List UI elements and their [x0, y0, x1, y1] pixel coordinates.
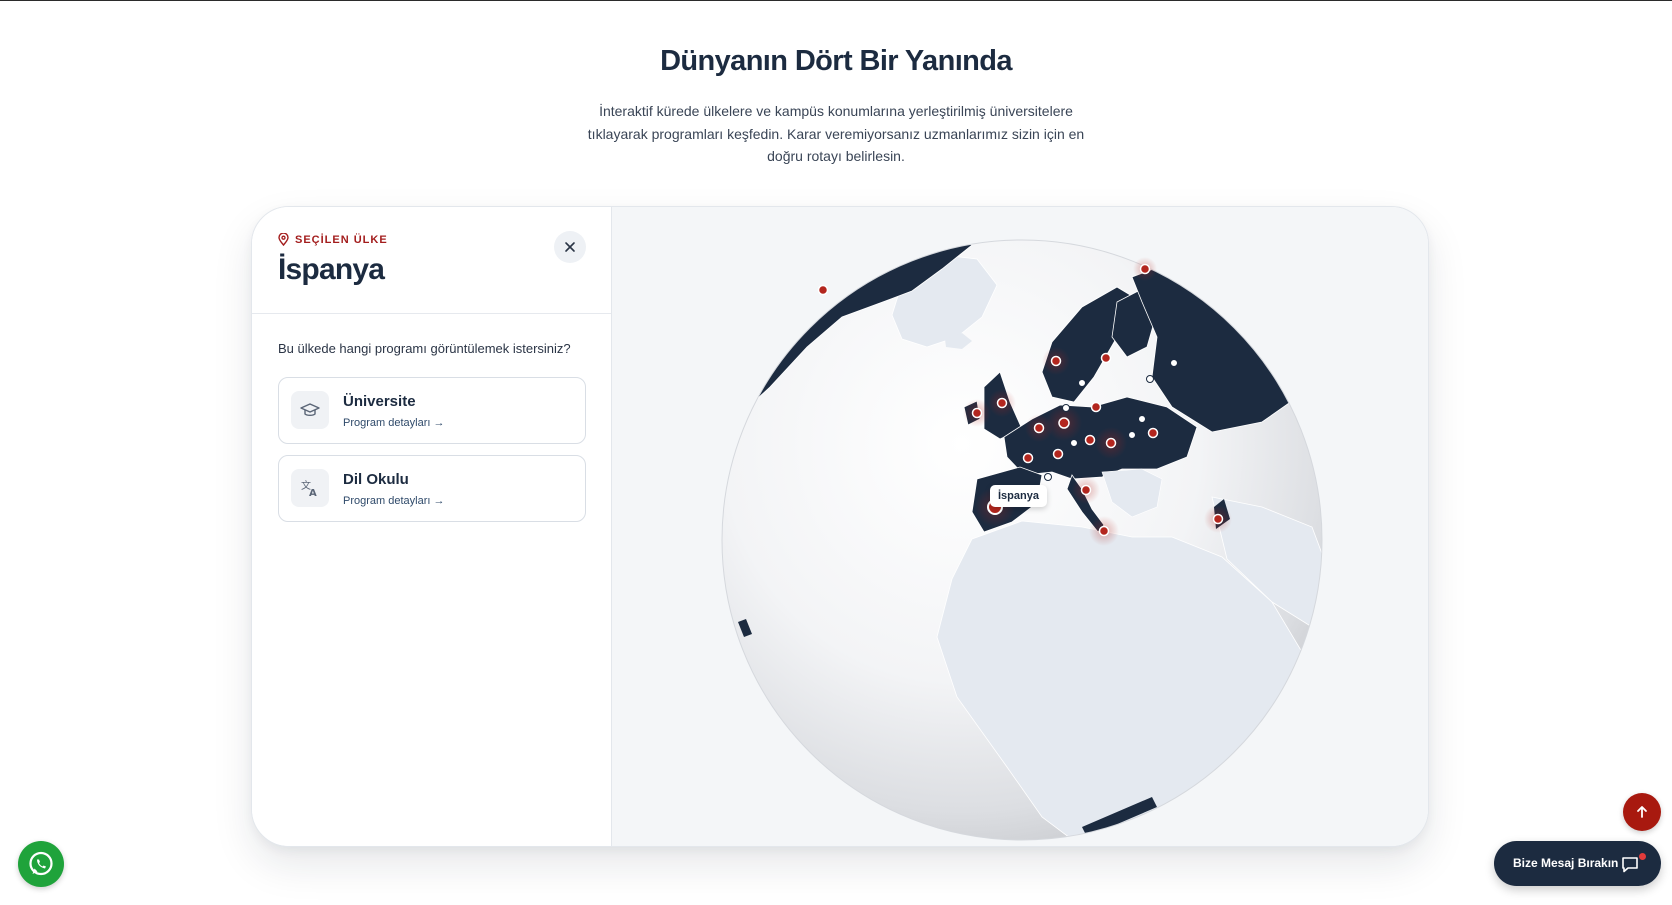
marker-city[interactable]	[817, 284, 829, 296]
marker-city[interactable]	[1080, 484, 1092, 496]
leave-message-label: Bize Mesaj Bırakın	[1513, 856, 1619, 870]
option-university-link[interactable]: Program detayları →	[343, 417, 444, 429]
globe-pane[interactable]: İspanya	[612, 207, 1428, 846]
globe-tooltip: İspanya	[990, 485, 1047, 507]
close-icon	[565, 242, 575, 252]
graduation-cap-icon	[291, 391, 329, 429]
option-university[interactable]: Üniversite Program detayları →	[278, 377, 586, 444]
marker-campus[interactable]	[1078, 379, 1086, 387]
section-description: İnteraktif kürede ülkelere ve kampüs kon…	[587, 103, 1085, 164]
option-language-school[interactable]: 文 A Dil Okulu Program detayları →	[278, 455, 586, 522]
arrow-up-icon	[1637, 806, 1647, 818]
marker-city[interactable]	[1139, 263, 1151, 275]
program-question: Bu ülkede hangi programı görüntülemek is…	[278, 341, 571, 356]
option-university-title: Üniversite	[343, 393, 416, 410]
scroll-to-top-button[interactable]	[1623, 793, 1661, 831]
eyebrow-label: SEÇİLEN ÜLKE	[295, 233, 388, 246]
marker-city[interactable]	[1052, 448, 1064, 460]
svg-text:A: A	[309, 488, 317, 497]
marker-city[interactable]	[1022, 452, 1034, 464]
translate-icon: 文 A	[291, 469, 329, 507]
globe-card: SEÇİLEN ÜLKE İspanya Bu ülkede hangi pro…	[251, 206, 1429, 847]
marker-campus[interactable]	[1170, 359, 1178, 367]
marker-city[interactable]	[971, 407, 983, 419]
marker-city[interactable]	[1105, 437, 1117, 449]
land-canada-islands	[861, 240, 958, 252]
selected-country-eyebrow: SEÇİLEN ÜLKE	[278, 233, 388, 246]
section-title: Dünyanın Dört Bir Yanında	[660, 45, 1012, 77]
marker-campus[interactable]	[1138, 415, 1146, 423]
close-button[interactable]	[554, 231, 586, 263]
option-language-school-title: Dil Okulu	[343, 471, 409, 488]
interactive-globe[interactable]	[612, 207, 1428, 846]
marker-city[interactable]	[1033, 422, 1045, 434]
whatsapp-button[interactable]	[18, 841, 64, 887]
marker-campus[interactable]	[1070, 439, 1078, 447]
chat-bubble-icon	[1622, 857, 1638, 873]
country-panel: SEÇİLEN ÜLKE İspanya Bu ülkede hangi pro…	[252, 207, 612, 846]
whatsapp-icon	[29, 851, 53, 876]
country-panel-header: SEÇİLEN ÜLKE İspanya	[252, 207, 611, 314]
map-pin-icon	[278, 233, 289, 246]
marker-city[interactable]	[1058, 417, 1070, 429]
marker-city[interactable]	[996, 397, 1008, 409]
notification-dot	[1639, 853, 1646, 860]
marker-city[interactable]	[1098, 525, 1110, 537]
marker-city[interactable]	[1147, 427, 1159, 439]
marker-city[interactable]	[1090, 401, 1102, 413]
top-border	[0, 0, 1672, 1]
option-language-school-link[interactable]: Program detayları →	[343, 495, 444, 507]
marker-campus[interactable]	[1062, 404, 1070, 412]
marker-campus[interactable]	[1146, 375, 1154, 383]
leave-message-button[interactable]: Bize Mesaj Bırakın	[1494, 841, 1661, 886]
land-asia-edge	[1302, 317, 1322, 407]
marker-city[interactable]	[1084, 434, 1096, 446]
marker-city[interactable]	[1212, 513, 1224, 525]
marker-campus[interactable]	[1044, 473, 1052, 481]
marker-city[interactable]	[1100, 352, 1112, 364]
selected-country-name: İspanya	[278, 253, 385, 286]
marker-city[interactable]	[1050, 355, 1062, 367]
marker-campus[interactable]	[1128, 431, 1136, 439]
